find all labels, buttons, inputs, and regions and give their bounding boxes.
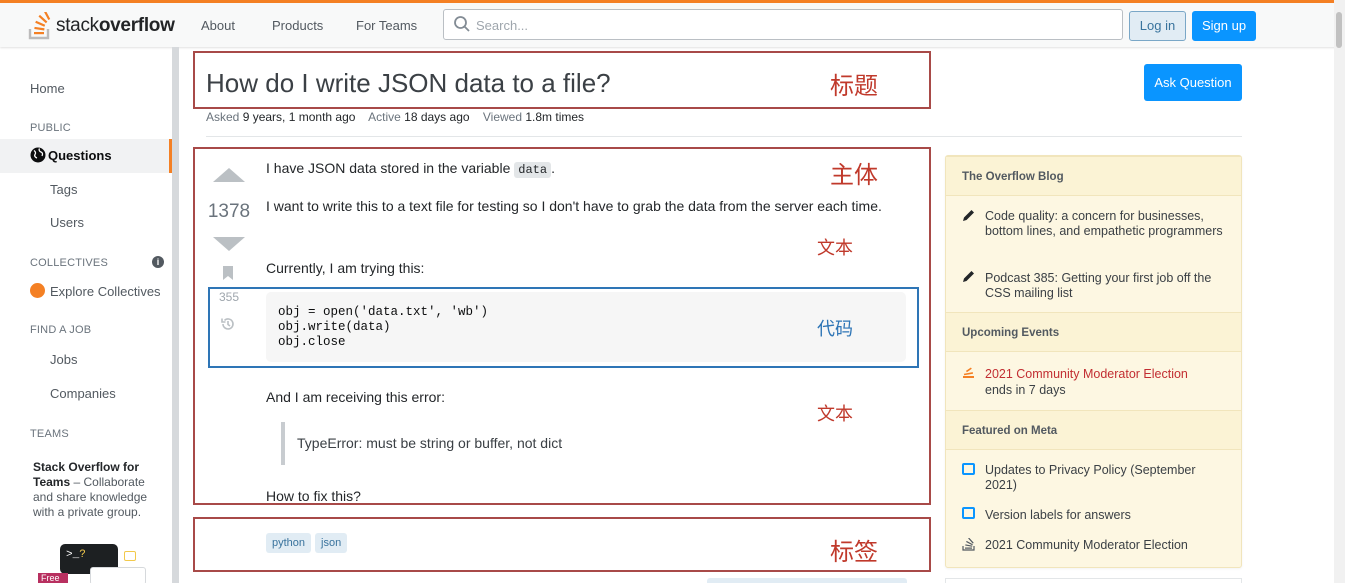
sidebar-item-questions-label: Questions	[48, 148, 112, 163]
page-scrollbar-thumb[interactable]	[1336, 12, 1342, 48]
widget-heading-blog: The Overflow Blog	[946, 156, 1241, 196]
site-logo[interactable]: stackoverflow	[28, 11, 175, 41]
top-bar: stackoverflow About Products For Teams L…	[0, 0, 1345, 47]
stack-logo-icon	[28, 12, 51, 40]
nav-about[interactable]: About	[201, 18, 235, 33]
teams-free-badge: Free	[38, 573, 68, 583]
meta-item-2[interactable]: Version labels for answers	[985, 508, 1225, 523]
widget-heading-meta: Featured on Meta	[946, 410, 1241, 450]
divider	[206, 136, 1242, 137]
annotation-tags-label: 标签	[830, 538, 878, 566]
sidebar-item-explore-collectives[interactable]: Explore Collectives	[50, 284, 161, 299]
sidebar-item-companies[interactable]: Companies	[50, 386, 116, 401]
sidebar-item-jobs[interactable]: Jobs	[50, 352, 77, 367]
sidebar-heading-teams: TEAMS	[30, 428, 69, 440]
event-title-link[interactable]: 2021 Community Moderator Election	[985, 367, 1225, 382]
event-subtitle: ends in 7 days	[985, 383, 1066, 397]
collectives-icon	[30, 283, 45, 298]
meta-item-3[interactable]: 2021 Community Moderator Election	[985, 538, 1225, 553]
nav-products[interactable]: Products	[272, 18, 323, 33]
sidebar-heading-collectives: COLLECTIVES	[30, 257, 109, 269]
globe-icon	[30, 147, 46, 163]
chat-bubble-icon	[124, 551, 136, 561]
nav-for-teams[interactable]: For Teams	[356, 18, 417, 33]
viewed-value: 1.8m times	[525, 110, 585, 124]
sidebar-item-home[interactable]: Home	[30, 81, 65, 96]
logo-text-bold: overflow	[98, 15, 175, 36]
search-input[interactable]	[476, 14, 1096, 36]
annotation-title-box	[193, 51, 931, 109]
asked-label: Asked	[206, 110, 240, 124]
chat-icon	[962, 507, 975, 519]
search-box[interactable]	[443, 9, 1123, 40]
pencil-icon	[963, 210, 974, 221]
teams-terminal-prompt: >_	[66, 549, 80, 561]
page-scrollbar[interactable]	[1334, 0, 1345, 583]
stack-meta-icon	[962, 538, 975, 551]
annotation-text-label-1: 文本	[817, 238, 853, 259]
active-value[interactable]: 18 days ago	[404, 110, 469, 124]
offscreen-element	[707, 578, 907, 583]
offscreen-widget	[945, 578, 1242, 583]
search-icon	[454, 16, 470, 32]
sidebar-item-tags[interactable]: Tags	[50, 182, 77, 197]
asked-value[interactable]: 9 years, 1 month ago	[243, 110, 356, 124]
logo-text-regular: stack	[56, 15, 99, 36]
annotation-code-box	[208, 287, 919, 368]
info-icon[interactable]: i	[152, 256, 164, 268]
signup-button[interactable]: Sign up	[1192, 11, 1256, 41]
pencil-icon	[963, 271, 974, 282]
chat-icon	[962, 463, 975, 475]
annotation-title-label: 标题	[830, 72, 878, 100]
question-meta: Asked 9 years, 1 month ago Active 18 day…	[206, 110, 584, 124]
annotation-body-label: 主体	[830, 161, 878, 189]
ask-question-button[interactable]: Ask Question	[1144, 64, 1242, 101]
sidebar-item-users[interactable]: Users	[50, 215, 84, 230]
annotation-code-label: 代码	[817, 319, 853, 340]
annotation-text-label-2: 文本	[817, 404, 853, 425]
teams-card-illustration	[90, 567, 146, 583]
sidebar-heading-find-job: FIND A JOB	[30, 324, 92, 336]
election-icon	[963, 367, 974, 378]
logo-text: stackoverflow	[56, 15, 175, 37]
blog-item-2[interactable]: Podcast 385: Getting your first job off …	[985, 271, 1225, 301]
teams-terminal-q: ?	[79, 549, 86, 561]
sidebar-scrollbar[interactable]	[172, 47, 179, 583]
widget-heading-events: Upcoming Events	[946, 312, 1241, 352]
teams-promo-text: Stack Overflow for Teams – Collaborate a…	[33, 460, 163, 520]
annotation-tags-box	[193, 517, 931, 572]
login-button[interactable]: Log in	[1129, 11, 1186, 41]
meta-item-1[interactable]: Updates to Privacy Policy (September 202…	[985, 463, 1225, 493]
active-label: Active	[368, 110, 401, 124]
sidebar-heading-public: PUBLIC	[30, 122, 71, 134]
viewed-label: Viewed	[482, 110, 523, 124]
blog-item-1[interactable]: Code quality: a concern for businesses, …	[985, 209, 1225, 239]
